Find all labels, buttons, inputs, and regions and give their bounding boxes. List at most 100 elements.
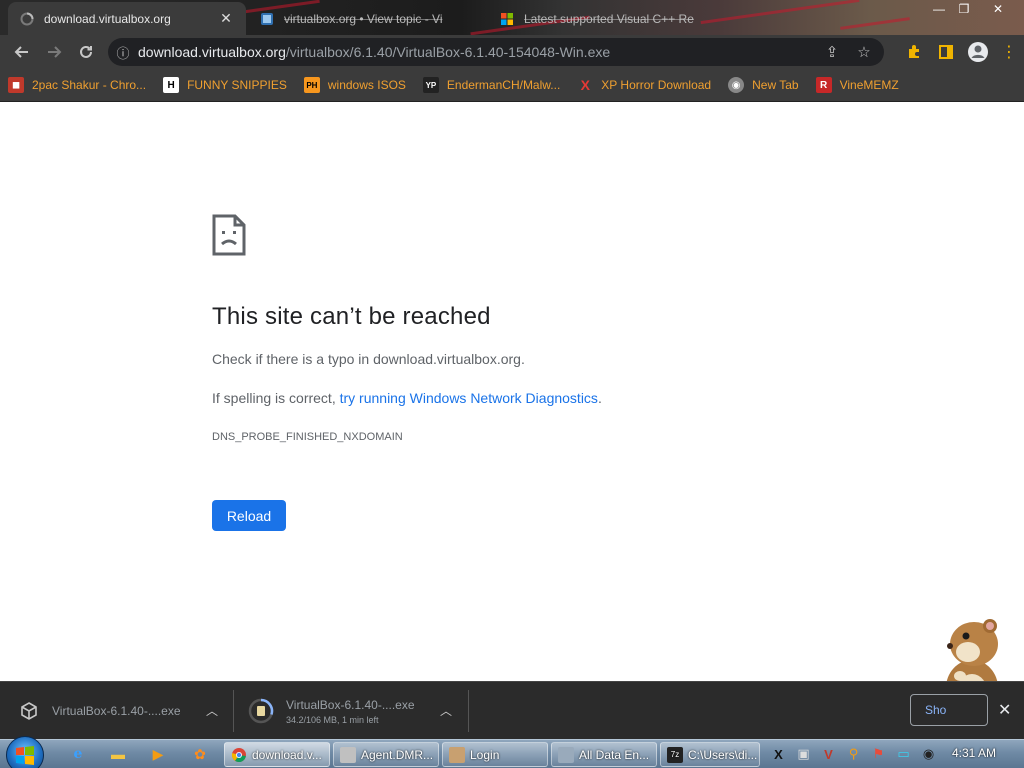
bookmarks-bar: ◼ 2pac Shakur - Chro... H FUNNY SNIPPIES… — [0, 69, 1024, 102]
close-shelf-icon[interactable]: ✕ — [998, 700, 1011, 720]
app-icon[interactable]: ✿ — [188, 743, 212, 765]
chevron-up-icon[interactable]: ︿ — [206, 702, 218, 719]
task-label: C:\Users\di... — [688, 747, 758, 762]
chrome-icon — [231, 747, 246, 762]
close-window-icon[interactable]: ✕ — [984, 0, 1012, 18]
clock[interactable]: 4:31 AM — [952, 746, 996, 760]
bookmark-label: FUNNY SNIPPIES — [187, 78, 287, 92]
volume-tray-icon[interactable]: ◉ — [916, 744, 941, 764]
bookmark-xp-horror[interactable]: X XP Horror Download — [577, 77, 712, 93]
bookmark-label: windows ISOS — [327, 78, 406, 92]
taskbar-item-all-data[interactable]: All Data En... — [551, 742, 657, 767]
app-tray-icon[interactable]: ▣ — [791, 744, 816, 764]
windows-taskbar: e ▬ ▶ ✿ download.v... Agent.DMR... Login… — [0, 736, 1024, 768]
bookmark-star-icon[interactable]: ☆ — [848, 43, 880, 61]
bookmark-endermanch[interactable]: YP EndermanCH/Malw... — [422, 77, 560, 93]
back-button[interactable] — [6, 36, 38, 68]
bookmark-2pac[interactable]: ◼ 2pac Shakur - Chro... — [8, 77, 146, 93]
taskbar-item-agent[interactable]: Agent.DMR... — [333, 742, 439, 767]
monitor-tray-icon[interactable]: ▭ — [891, 744, 916, 764]
close-tab-icon[interactable]: ✕ — [218, 10, 234, 27]
forward-arrow-icon — [48, 46, 62, 58]
system-tray: X ▣ V ⚲ ⚑ ▭ ◉ — [766, 744, 941, 764]
spelling-prefix: If spelling is correct, — [212, 390, 340, 406]
show-all-button[interactable]: Sho — [910, 694, 988, 726]
task-label: All Data En... — [579, 747, 650, 762]
microsoft-icon — [501, 12, 513, 25]
x-icon: X — [580, 77, 590, 93]
download-progress-icon — [248, 698, 274, 724]
download-item-in-progress[interactable]: VirtualBox-6.1.40-....exe 34.2/106 MB, 1… — [248, 682, 458, 740]
bookmark-label: 2pac Shakur - Chro... — [32, 78, 147, 92]
background-decoration — [700, 0, 860, 25]
media-player-icon[interactable]: ▶ — [146, 743, 170, 765]
tab-visual-cpp[interactable]: Latest supported Visual C++ Re — [488, 2, 720, 35]
address-bar[interactable]: ⓘ download.virtualbox.org/virtualbox/6.1… — [108, 38, 884, 66]
loading-icon — [20, 12, 34, 25]
restore-window-icon[interactable]: ❐ — [950, 0, 978, 18]
new-tab-icon: ◉ — [728, 77, 745, 93]
7zip-icon: 7z — [667, 746, 683, 763]
bookmark-funny-snippies[interactable]: H FUNNY SNIPPIES — [163, 77, 287, 93]
side-panel-button[interactable] — [930, 36, 962, 68]
virtualbox-package-icon — [21, 702, 37, 720]
url-text[interactable]: download.virtualbox.org/virtualbox/6.1.4… — [138, 44, 610, 60]
chevron-up-icon[interactable]: ︿ — [440, 702, 452, 719]
toolbar-right: ⋮ — [898, 35, 1024, 69]
avatar-icon — [968, 42, 988, 62]
sad-document-icon — [212, 214, 246, 256]
bookmark-label: XP Horror Download — [601, 78, 712, 92]
reload-button[interactable]: Reload — [212, 500, 286, 531]
v-tray-icon[interactable]: V — [816, 744, 841, 764]
x-tray-icon[interactable]: X — [766, 744, 791, 764]
start-button[interactable] — [6, 736, 44, 768]
back-arrow-icon — [14, 46, 28, 58]
bookmark-vinememz[interactable]: R VineMEMZ — [815, 77, 899, 93]
forward-button[interactable] — [38, 36, 70, 68]
reload-toolbar-button[interactable] — [70, 36, 102, 68]
kebab-menu-icon: ⋮ — [1001, 44, 1017, 61]
bookmark-new-tab[interactable]: ◉ New Tab — [728, 77, 799, 93]
search-tray-icon[interactable]: ⚲ — [841, 744, 866, 764]
download-status: 34.2/106 MB, 1 min left — [286, 714, 379, 725]
download-item[interactable]: VirtualBox-6.1.40-....exe — [18, 682, 228, 740]
bookmark-label: VineMEMZ — [839, 78, 899, 92]
divider — [468, 690, 469, 732]
browser-toolbar: ⓘ download.virtualbox.org/virtualbox/6.1… — [0, 35, 1024, 69]
r-icon: R — [815, 77, 832, 93]
flag-tray-icon[interactable]: ⚑ — [866, 744, 891, 764]
ph-icon: PH — [303, 77, 320, 93]
task-label: Agent.DMR... — [361, 747, 434, 762]
network-diagnostics-link[interactable]: try running Windows Network Diagnostics — [340, 390, 598, 406]
error-code: DNS_PROBE_FINISHED_NXDOMAIN — [212, 431, 403, 443]
screen: download.virtualbox.org ✕ virtualbox.org… — [0, 0, 1024, 768]
typo-hint: Check if there is a typo in download.vir… — [212, 351, 525, 367]
extensions-button[interactable] — [898, 36, 930, 68]
bookmark-windows-isos[interactable]: PH windows ISOS — [303, 77, 406, 93]
taskbar-item-chrome[interactable]: download.v... — [224, 742, 330, 767]
download-info: VirtualBox-6.1.40-....exe 34.2/106 MB, 1… — [286, 698, 415, 725]
divider — [233, 690, 234, 732]
file-explorer-icon[interactable]: ▬ — [106, 743, 130, 765]
bookmark-label: New Tab — [752, 78, 799, 92]
profile-button[interactable] — [962, 36, 994, 68]
background-decoration — [840, 17, 910, 30]
taskbar-item-login[interactable]: Login — [442, 742, 548, 767]
internet-explorer-icon[interactable]: e — [66, 743, 90, 765]
site-info-icon[interactable]: ⓘ — [108, 43, 138, 62]
tab-strip: download.virtualbox.org ✕ virtualbox.org… — [0, 0, 1024, 35]
puzzle-icon — [909, 45, 919, 58]
tab-download-virtualbox[interactable]: download.virtualbox.org ✕ — [8, 2, 246, 35]
h-icon: H — [163, 77, 180, 93]
minimize-window-icon[interactable]: — — [925, 0, 953, 18]
side-panel-icon — [939, 45, 953, 59]
tab-virtualbox-forum[interactable]: virtualbox.org • View topic - Vi — [248, 2, 480, 35]
download-shelf: VirtualBox-6.1.40-....exe ︿ VirtualBox-6… — [0, 681, 1024, 739]
menu-button[interactable]: ⋮ — [994, 36, 1024, 68]
share-icon[interactable]: ⇪ — [816, 43, 848, 61]
taskbar-item-7zip[interactable]: 7z C:\Users\di... — [660, 742, 760, 767]
virtualbox-forum-icon — [261, 12, 273, 25]
window-icon — [558, 746, 574, 763]
task-label: download.v... — [252, 747, 322, 762]
download-filename: VirtualBox-6.1.40-....exe — [52, 704, 181, 718]
